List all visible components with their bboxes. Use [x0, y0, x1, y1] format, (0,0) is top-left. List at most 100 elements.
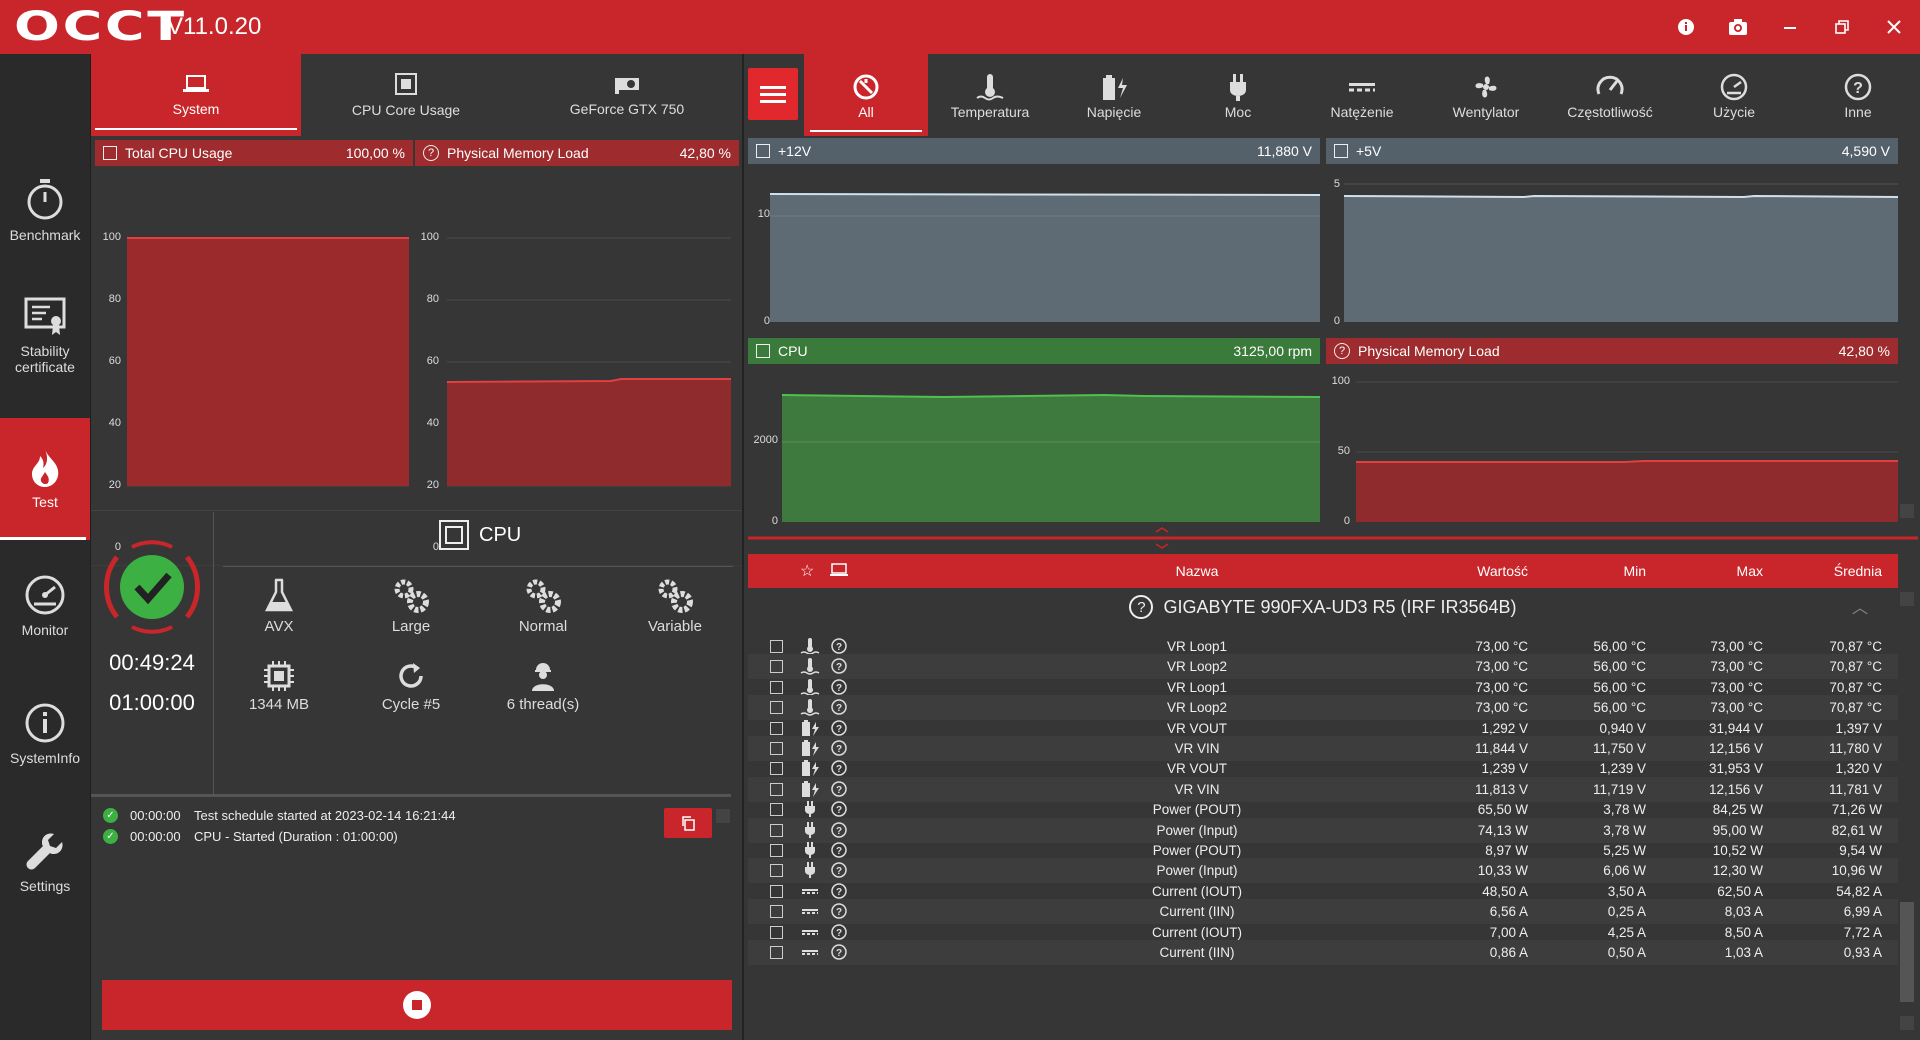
minimize-icon[interactable] [1764, 0, 1816, 54]
star-icon[interactable]: ☆ [800, 561, 814, 581]
scroll-up-button[interactable] [1900, 592, 1914, 606]
svg-text:?: ? [836, 887, 842, 898]
row-checkbox[interactable] [770, 884, 783, 898]
row-checkbox[interactable] [770, 701, 783, 715]
row-checkbox[interactable] [770, 823, 783, 837]
stop-icon [403, 991, 431, 1019]
sensor-min: 0,50 A [1607, 945, 1646, 960]
system-panel: System CPU Core Usage GeForce GTX 750 To… [90, 54, 743, 1040]
y-tick: 60 [426, 355, 439, 367]
sensor-min: 1,239 V [1599, 761, 1646, 777]
memory-load-area [447, 379, 731, 486]
column-value[interactable]: Wartość [1418, 563, 1528, 579]
row-checkbox[interactable] [770, 844, 783, 857]
svg-text:?: ? [836, 866, 842, 877]
nav-label: Settings [19, 878, 71, 894]
row-checkbox[interactable] [770, 925, 783, 939]
row-checkbox[interactable] [770, 946, 783, 959]
y-tick: 10 [757, 208, 770, 220]
sensor-value: 73,00 °C [1475, 679, 1528, 695]
row-checkbox[interactable] [770, 742, 783, 755]
copy-icon [682, 816, 695, 831]
row-checkbox[interactable] [770, 762, 783, 776]
svg-text:?: ? [836, 826, 842, 837]
sensor-max: 73,00 °C [1710, 659, 1763, 675]
gpu-icon [615, 78, 639, 94]
nav-label: Stability certificate [15, 343, 75, 375]
sensor-value: 6,56 A [1489, 904, 1528, 920]
laptop-icon [183, 75, 209, 92]
y-tick: 60 [108, 355, 121, 367]
stop-test-button[interactable] [102, 980, 732, 1030]
tab-gpu[interactable]: GeForce GTX 750 [511, 54, 743, 136]
column-name[interactable]: Nazwa [1122, 563, 1272, 579]
monitor-icon[interactable] [830, 562, 848, 581]
option-instruction-set: AVX [219, 572, 339, 635]
sensor-avg: 0,93 A [1843, 945, 1882, 960]
row-checkbox[interactable] [770, 905, 783, 919]
sensor-max: 62,50 A [1717, 883, 1763, 899]
row-checkbox[interactable] [770, 782, 783, 796]
tab-label: GeForce GTX 750 [569, 101, 685, 117]
sensor-max: 73,00 °C [1710, 679, 1763, 695]
column-avg[interactable]: Średnia [1772, 563, 1882, 579]
row-checkbox[interactable] [770, 721, 783, 735]
row-checkbox[interactable] [770, 803, 783, 817]
nav-settings[interactable]: Settings [0, 800, 90, 924]
scroll-up-button[interactable] [716, 809, 730, 823]
sensor-min: 56,00 °C [1593, 700, 1646, 716]
copy-log-button[interactable] [664, 808, 712, 838]
active-underline [95, 128, 297, 130]
sensor-max: 1,03 A [1724, 945, 1763, 960]
tab-cpu-core-usage[interactable]: CPU Core Usage [301, 54, 511, 136]
nav-test[interactable]: Test [0, 418, 90, 540]
sensor-name: VR VIN [1174, 781, 1220, 797]
question-icon: ? [1129, 595, 1154, 619]
sensor-avg: 70,87 °C [1829, 679, 1882, 695]
sensor-group-header[interactable]: ? GIGABYTE 990FXA-UD3 R5 (IRF IR3564B) [748, 588, 1898, 626]
row-checkbox[interactable] [770, 680, 783, 694]
sensor-avg: 1,320 V [1835, 761, 1882, 777]
close-icon[interactable] [1868, 0, 1920, 54]
question-icon: ? [423, 145, 439, 161]
svg-text:?: ? [836, 724, 842, 735]
column-min[interactable]: Min [1536, 563, 1646, 579]
device-tabs: System CPU Core Usage GeForce GTX 750 [91, 54, 743, 136]
sensor-value: 73,00 °C [1475, 700, 1528, 716]
option-label: Large [391, 618, 431, 635]
chart-value: 100,00 % [345, 145, 405, 161]
row-checkbox[interactable] [770, 660, 783, 674]
tab-system[interactable]: System [91, 54, 301, 136]
nav-benchmark[interactable]: Benchmark [0, 148, 90, 272]
gears-icon [351, 572, 471, 614]
sensor-max: 8,50 A [1724, 924, 1763, 940]
column-max[interactable]: Max [1653, 563, 1763, 579]
table-row[interactable]: ? Current (IIN) 0,86 A 0,50 A 1,03 A 0,93 A [748, 940, 1898, 965]
sensor-min: 3,50 A [1607, 883, 1646, 899]
test-status-icon [103, 540, 201, 634]
sensor-min: 56,00 °C [1593, 679, 1646, 695]
sensor-name: Power (POUT) [1152, 843, 1242, 858]
nav-label: Monitor [21, 622, 69, 638]
nav-monitor[interactable]: Monitor [0, 544, 90, 668]
restore-icon[interactable] [1816, 0, 1868, 54]
svg-text:?: ? [836, 683, 842, 694]
scroll-down-button[interactable] [1900, 1016, 1914, 1030]
row-checkbox[interactable] [770, 864, 783, 878]
table-scrollbar-thumb[interactable] [1900, 902, 1914, 1002]
camera-icon[interactable] [1712, 0, 1764, 54]
row-checkbox[interactable] [770, 640, 783, 653]
sensor-value: 11,813 V [1474, 781, 1528, 797]
info-icon[interactable] [1660, 0, 1712, 54]
svg-text:?: ? [836, 662, 842, 673]
nav-label: SystemInfo [9, 750, 81, 766]
cpu-usage-area [127, 238, 409, 486]
sensor-min: 11,750 V [1592, 741, 1646, 756]
sensor-value: 11,844 V [1474, 741, 1528, 756]
sensor-name: Power (Input) [1156, 863, 1238, 879]
nav-stability-certificate[interactable]: Stability certificate [0, 274, 90, 398]
sensor-value: 48,50 A [1482, 883, 1528, 899]
chevron-up-icon[interactable]: ︿ [1852, 594, 1868, 618]
active-underline [0, 537, 86, 540]
nav-systeminfo[interactable]: SystemInfo [0, 672, 90, 796]
